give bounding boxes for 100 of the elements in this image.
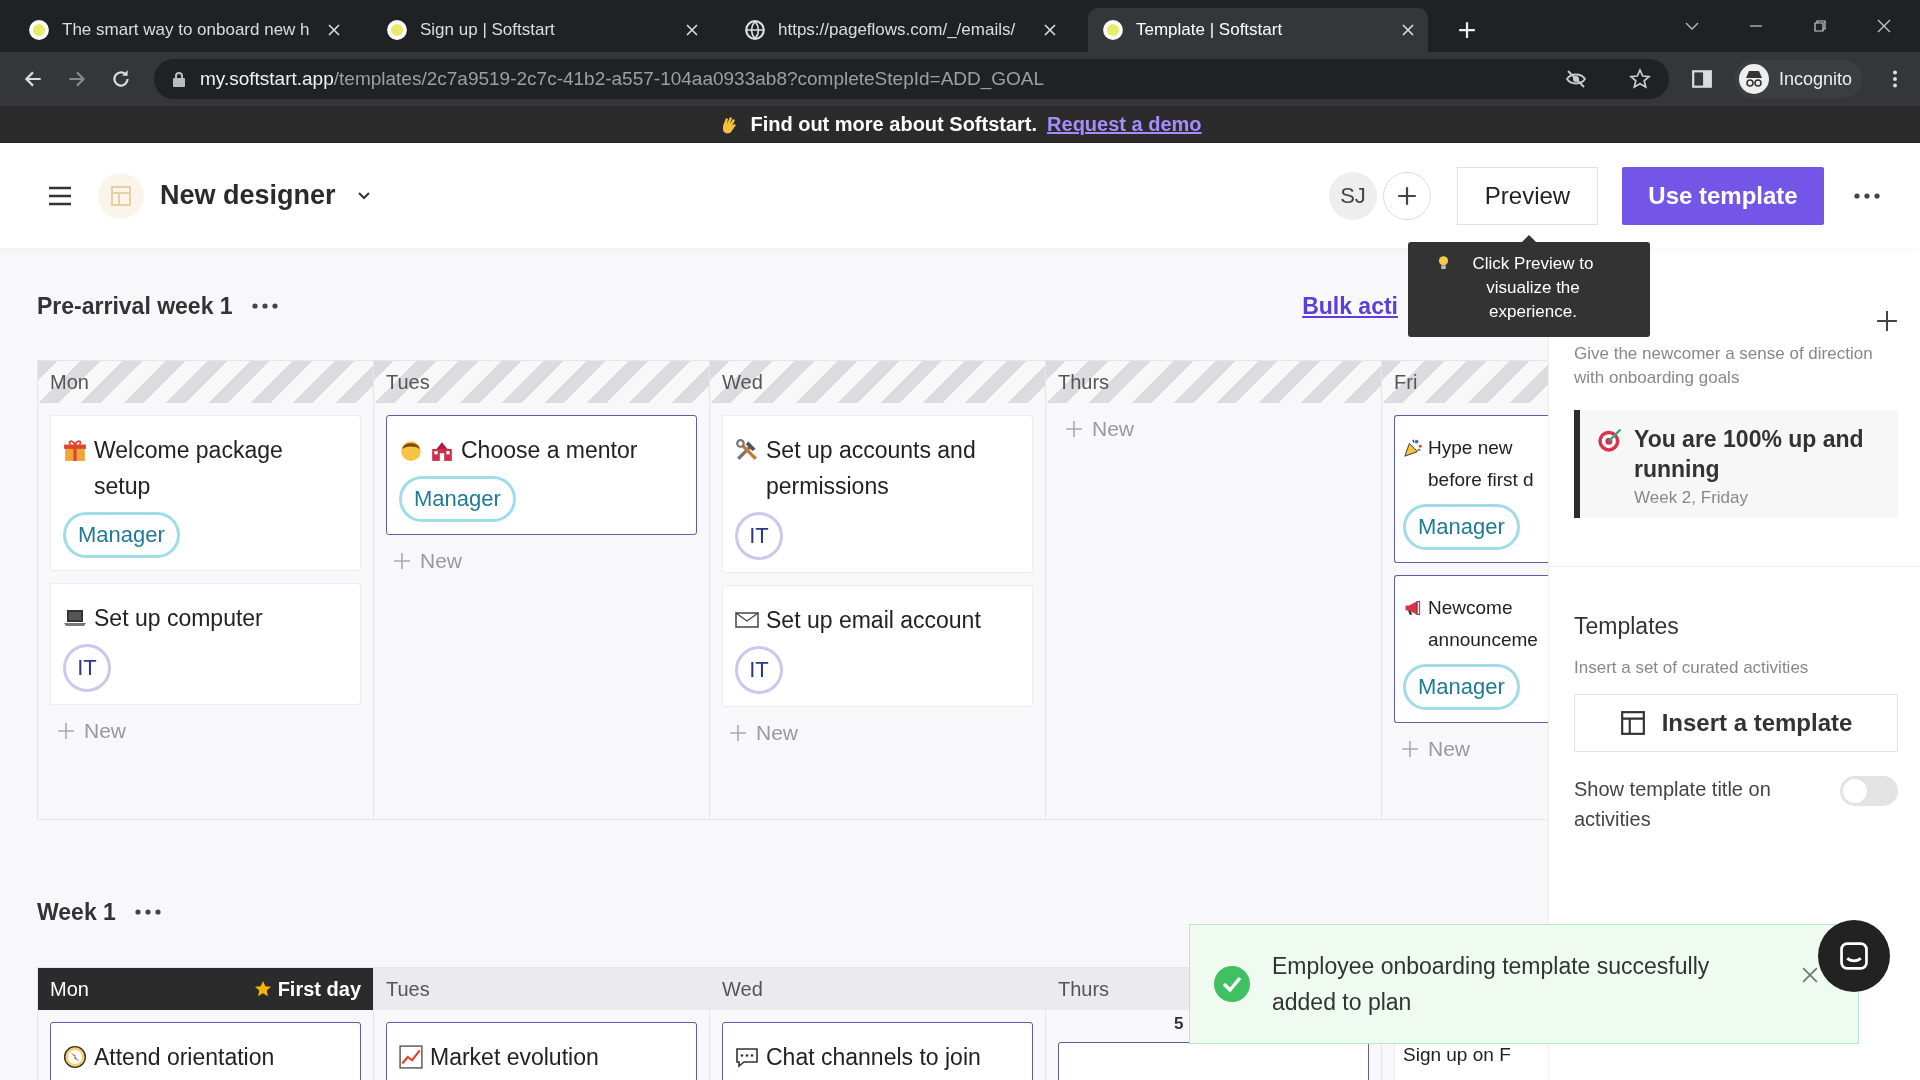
role-tag: Manager xyxy=(63,512,180,558)
add-goal-icon[interactable] xyxy=(1876,310,1898,332)
banner-text: Find out more about Softstart. xyxy=(750,113,1038,136)
tools-icon xyxy=(735,438,759,462)
tab-title: The smart way to onboard new h xyxy=(62,20,311,40)
browser-tab[interactable]: Sign up | Softstart xyxy=(372,8,712,52)
activity-title: Set up computer xyxy=(94,604,263,633)
plus-icon xyxy=(730,725,746,741)
plus-icon xyxy=(1402,741,1418,757)
plus-icon xyxy=(58,723,74,739)
activity-card[interactable]: Set up computer IT xyxy=(50,583,361,705)
goal-title: You are 100% up and running xyxy=(1634,425,1865,484)
more-icon[interactable] xyxy=(133,909,162,915)
close-icon[interactable] xyxy=(1876,18,1892,34)
activity-title: Set up email account xyxy=(766,606,981,635)
day-name: Thurs xyxy=(1058,370,1110,394)
day-name: Mon xyxy=(50,370,89,394)
activity-card[interactable]: Attend orientation xyxy=(50,1022,361,1080)
eye-off-icon[interactable] xyxy=(1564,68,1587,90)
party-popper-icon xyxy=(1403,438,1423,458)
activity-card[interactable]: Set up accounts and permissions IT xyxy=(722,415,1033,573)
activity-card[interactable]: Set up email account IT xyxy=(722,585,1033,707)
first-day-label: First day xyxy=(277,977,361,1001)
activity-title: Market evolution xyxy=(430,1043,599,1072)
day-name: Wed xyxy=(722,370,763,394)
plan-title[interactable]: New designer xyxy=(160,180,336,211)
toggle-label: Show template title on activities xyxy=(1574,777,1772,832)
tab-title: https://pageflows.com/_/emails/ xyxy=(778,20,1017,40)
speech-bubble-icon xyxy=(735,1045,759,1069)
caret-icon[interactable] xyxy=(357,191,370,200)
role-tag: IT xyxy=(735,646,783,694)
tab-title: Sign up | Softstart xyxy=(420,20,556,40)
section-title: Week 1 xyxy=(37,898,116,926)
template-icon xyxy=(98,172,144,219)
activity-card[interactable]: Hype new before first d Manager xyxy=(1394,415,1548,563)
activity-title: Set up accounts and permissions xyxy=(766,436,977,501)
toggle-switch[interactable] xyxy=(1840,776,1898,806)
menu-icon[interactable] xyxy=(48,185,72,206)
url-text: my.softstart.app/templates/2c7a9519-2c7c-41b2-a557-104aa0933ab8?completeStepId=ADD_GOAL xyxy=(200,68,1046,90)
role-tag: Manager xyxy=(399,476,516,522)
insert-template-button[interactable]: Insert a template xyxy=(1574,694,1898,752)
restore-icon[interactable] xyxy=(1812,18,1828,34)
compass-icon xyxy=(63,1045,87,1069)
day-name: Fri xyxy=(1394,370,1418,394)
activity-title: Welcome package setup xyxy=(94,436,284,501)
day-name: Wed xyxy=(722,977,763,1001)
user-avatar[interactable]: SJ xyxy=(1329,171,1377,220)
bulk-actions-link[interactable]: Bulk acti xyxy=(1302,292,1398,320)
day-name: Tues xyxy=(386,370,430,394)
role-tag: Manager xyxy=(1403,664,1520,710)
target-icon xyxy=(1596,426,1624,454)
use-template-button[interactable]: Use template xyxy=(1622,166,1824,225)
day-name: Thurs xyxy=(1058,977,1110,1001)
reload-icon[interactable] xyxy=(110,68,132,90)
toast-message: Employee onboarding template succesfully added to plan xyxy=(1272,952,1711,1017)
template-icon xyxy=(1619,710,1646,736)
plus-icon xyxy=(394,553,410,569)
sidebar-icon[interactable] xyxy=(1690,68,1713,90)
face-icon xyxy=(399,438,423,462)
profile-button[interactable]: Incognito xyxy=(1734,60,1862,98)
role-tag: Manager xyxy=(1403,504,1520,550)
more-icon[interactable] xyxy=(250,303,279,309)
activity-title: Sign up on F xyxy=(1403,1043,1511,1067)
site-icon xyxy=(1102,19,1124,41)
chat-icon xyxy=(1837,939,1871,973)
lock-icon xyxy=(172,71,186,87)
plus-icon xyxy=(1066,421,1082,437)
role-tag: IT xyxy=(63,644,111,692)
browser-tab[interactable]: The smart way to onboard new h xyxy=(14,8,354,52)
add-member-button[interactable] xyxy=(1383,171,1431,220)
incognito-icon xyxy=(1738,64,1769,94)
activity-title: Chat channels to join xyxy=(766,1043,981,1072)
light-bulb-icon xyxy=(1438,255,1449,272)
activity-card[interactable]: Choose a mentor Manager xyxy=(386,415,697,535)
chart-icon xyxy=(399,1045,423,1069)
section-title: Pre-arrival week 1 xyxy=(37,292,233,320)
address-field[interactable]: my.softstart.app/templates/2c7a9519-2c7c-41b2-a557-104aa0933ab8?completeStepId=ADD_GOAL xyxy=(154,59,1669,99)
plus-icon xyxy=(1396,184,1418,207)
globe-icon xyxy=(744,19,766,41)
activity-count: 5 xyxy=(1173,1013,1185,1030)
browser-tab[interactable]: https://pageflows.com/_/emails/ xyxy=(730,8,1070,52)
site-icon xyxy=(386,19,408,41)
templates-heading: Templates xyxy=(1574,613,1680,640)
activity-card[interactable]: Chat channels to join xyxy=(722,1022,1033,1080)
demo-link[interactable]: Request a demo xyxy=(1047,113,1202,136)
activity-card[interactable]: Welcome package setup Manager xyxy=(50,415,361,571)
star-icon[interactable] xyxy=(1628,68,1651,90)
browser-tab[interactable]: Template | Softstart xyxy=(1088,8,1428,52)
tab-title: Template | Softstart xyxy=(1136,20,1284,40)
goal-card[interactable]: You are 100% up and running Week 2, Friday xyxy=(1574,410,1898,518)
gift-icon xyxy=(63,438,87,462)
activity-card[interactable]: Market evolution xyxy=(386,1022,697,1080)
activity-title: Attend orientation xyxy=(94,1043,275,1072)
site-icon xyxy=(28,19,50,41)
goals-hint: Give the newcomer a sense of direction with onboarding goals xyxy=(1574,343,1874,389)
activity-card[interactable]: Newcome announceme Manager xyxy=(1394,575,1548,723)
new-tab-icon[interactable] xyxy=(1458,21,1476,39)
more-icon[interactable] xyxy=(1854,192,1880,199)
preview-button[interactable]: Preview xyxy=(1457,166,1598,225)
role-tag: IT xyxy=(735,512,783,560)
